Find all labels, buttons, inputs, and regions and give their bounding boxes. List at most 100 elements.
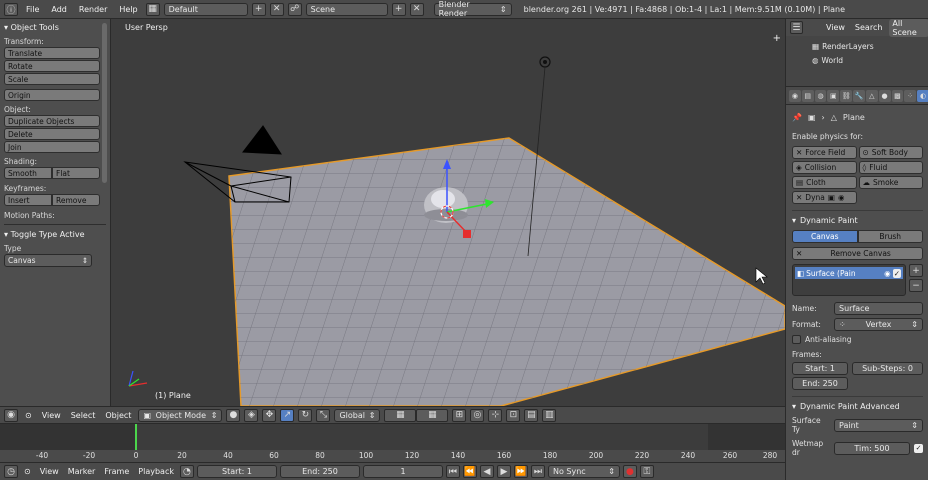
operator-panel-header[interactable]: ▾ Toggle Type Active xyxy=(4,228,106,240)
timeline-editor-icon[interactable]: ◷ xyxy=(4,465,18,478)
info-editor-icon[interactable]: ⓘ xyxy=(4,2,18,16)
scene-canvas[interactable] xyxy=(111,19,785,406)
insert-keyframe-button[interactable]: Insert xyxy=(4,194,52,206)
jump-start-icon[interactable]: ⏮ xyxy=(445,465,460,478)
checkbox-checked-icon[interactable]: ✓ xyxy=(892,268,901,278)
expand-plus-icon[interactable]: + xyxy=(773,33,781,44)
snap-target-icon[interactable]: ⊡ xyxy=(506,408,521,422)
outliner-filter[interactable]: All Scene xyxy=(889,18,928,37)
cloth-button[interactable]: ▤ Cloth xyxy=(792,176,857,189)
snap-icon[interactable]: ⊹ xyxy=(488,408,503,422)
menu-search[interactable]: Search xyxy=(852,23,885,32)
layers-group-2-icon[interactable]: ▦ xyxy=(416,408,449,422)
surface-list[interactable]: ◧ Surface (Pain ◉ ✓ xyxy=(792,264,906,296)
menu-add[interactable]: Add xyxy=(47,5,71,14)
pivot-icon[interactable]: ◈ xyxy=(244,408,259,422)
timeline-ruler[interactable] xyxy=(0,450,785,462)
3d-viewport[interactable]: User Persp (1) Plane + xyxy=(111,19,785,406)
lock-layer-icon[interactable]: ⊞ xyxy=(452,408,467,422)
collapse-icon[interactable]: ⊙ xyxy=(22,411,35,420)
dynamic-paint-toggle[interactable]: ✕ Dyna ▣ ◉ xyxy=(792,191,857,204)
end-frame-field[interactable]: End: 250 xyxy=(279,465,360,478)
outliner-item-renderlayers[interactable]: ▦ RenderLayers xyxy=(812,42,874,51)
menu-playback[interactable]: Playback xyxy=(135,467,177,476)
scene-icon[interactable]: ☍ xyxy=(287,2,302,16)
translate-button[interactable]: Translate xyxy=(4,47,100,59)
orientation-dropdown[interactable]: Global ⇕ xyxy=(334,408,381,422)
add-surface-icon[interactable]: + xyxy=(909,264,923,277)
prev-keyframe-icon[interactable]: ⏪ xyxy=(462,465,477,478)
screen-layout-icon[interactable]: ▦ xyxy=(145,2,160,16)
remove-scene-icon[interactable]: ✕ xyxy=(409,2,424,16)
shading-icon[interactable]: ● xyxy=(226,408,241,422)
timeline-area[interactable]: -40 -20 0 20 40 60 80 100 120 140 160 18… xyxy=(0,423,785,462)
outliner-item-world[interactable]: ◍ World xyxy=(812,56,843,65)
join-button[interactable]: Join xyxy=(4,141,100,153)
scale-manipulator-icon[interactable]: ⤡ xyxy=(316,408,331,422)
record-icon[interactable]: ● xyxy=(622,465,637,478)
rotate-button[interactable]: Rotate xyxy=(4,60,100,72)
menu-frame[interactable]: Frame xyxy=(101,467,132,476)
collapse-icon[interactable]: ⊙ xyxy=(21,467,34,476)
menu-object[interactable]: Object xyxy=(102,411,134,420)
remove-canvas-button[interactable]: ✕ Remove Canvas xyxy=(792,247,923,260)
checkbox-checked-icon[interactable]: ✓ xyxy=(914,443,923,453)
menu-help[interactable]: Help xyxy=(115,5,141,14)
start-frame-field[interactable]: Start: 1 xyxy=(196,465,277,478)
scale-button[interactable]: Scale xyxy=(4,73,100,85)
surface-name-input[interactable]: Surface xyxy=(834,302,923,315)
menu-render[interactable]: Render xyxy=(75,5,111,14)
outliner-editor-icon[interactable]: ☰ xyxy=(790,21,803,34)
render-tab-icon[interactable]: ◉ xyxy=(789,89,801,102)
current-frame-field[interactable]: 1 xyxy=(362,465,443,478)
sync-dropdown[interactable]: No Sync ⇕ xyxy=(547,465,620,478)
remove-surface-icon[interactable]: − xyxy=(909,279,923,292)
wetmap-time-field[interactable]: Tim: 500 xyxy=(834,441,910,455)
keying-set-icon[interactable]: ⚿ xyxy=(639,465,654,478)
collision-button[interactable]: ◈ Collision xyxy=(792,161,857,174)
dynamic-paint-advanced-header[interactable]: ▾ Dynamic Paint Advanced xyxy=(792,400,923,413)
visibility-eye-icon[interactable]: ◉ xyxy=(884,269,891,278)
object-tab-icon[interactable]: ▣ xyxy=(827,89,840,102)
menu-file[interactable]: File xyxy=(22,5,43,14)
outliner[interactable]: ☰ View Search All Scene ▦ RenderLayers ◍ W… xyxy=(786,18,928,87)
physics-tab-icon[interactable]: ◐ xyxy=(917,89,928,102)
manipulator-toggle-icon[interactable]: ✥ xyxy=(262,408,277,422)
dynamic-paint-header[interactable]: ▾ Dynamic Paint xyxy=(792,214,923,227)
menu-view[interactable]: View xyxy=(39,411,64,420)
play-reverse-icon[interactable]: ◀ xyxy=(479,465,494,478)
menu-view[interactable]: View xyxy=(37,467,62,476)
layer-buttons[interactable]: ▦ ▦ xyxy=(384,408,449,422)
editor-type-icon[interactable]: ◉ xyxy=(4,408,18,422)
anti-aliasing-checkbox[interactable] xyxy=(792,335,801,344)
scene-field[interactable]: Scene xyxy=(305,2,388,16)
force-field-button[interactable]: ✕ Force Field xyxy=(792,146,857,159)
fluid-button[interactable]: ◊ Fluid xyxy=(858,161,923,174)
mode-dropdown[interactable]: ▣ Object Mode ⇕ xyxy=(138,408,223,422)
surface-list-item[interactable]: ◧ Surface (Pain ◉ ✓ xyxy=(795,267,903,279)
world-tab-icon[interactable]: ◍ xyxy=(814,89,827,102)
soft-body-button[interactable]: ⊙ Soft Body xyxy=(858,146,923,159)
menu-marker[interactable]: Marker xyxy=(65,467,99,476)
next-keyframe-icon[interactable]: ⏩ xyxy=(513,465,528,478)
preview-range-icon[interactable]: ◔ xyxy=(179,465,194,478)
object-tools-header[interactable]: ▾ Object Tools xyxy=(4,21,100,33)
material-tab-icon[interactable]: ● xyxy=(878,89,891,102)
add-scene-icon[interactable]: + xyxy=(391,2,406,16)
smooth-button[interactable]: Smooth xyxy=(4,167,52,179)
pin-icon[interactable]: 📌 xyxy=(792,113,802,122)
render-icon[interactable]: ▤ xyxy=(524,408,539,422)
particles-tab-icon[interactable]: ⁘ xyxy=(904,89,917,102)
render-engine-dropdown[interactable]: Blender Render ⇕ xyxy=(433,0,512,18)
proportional-edit-icon[interactable]: ◎ xyxy=(470,408,485,422)
modifiers-tab-icon[interactable]: 🔧 xyxy=(853,89,865,102)
type-dropdown[interactable]: Canvas ⇕ xyxy=(4,254,92,267)
rotate-manipulator-icon[interactable]: ↻ xyxy=(298,408,313,422)
format-dropdown[interactable]: ⁘ Vertex ⇕ xyxy=(834,318,923,331)
smoke-button[interactable]: ☁ Smoke xyxy=(858,176,923,189)
tool-shelf-scrollbar[interactable] xyxy=(102,23,107,183)
brush-tab[interactable]: Brush xyxy=(857,230,923,243)
surface-type-dropdown[interactable]: Paint ⇕ xyxy=(834,418,923,432)
frame-start-field[interactable]: Start: 1 xyxy=(792,362,848,375)
canvas-tab[interactable]: Canvas xyxy=(792,230,858,243)
